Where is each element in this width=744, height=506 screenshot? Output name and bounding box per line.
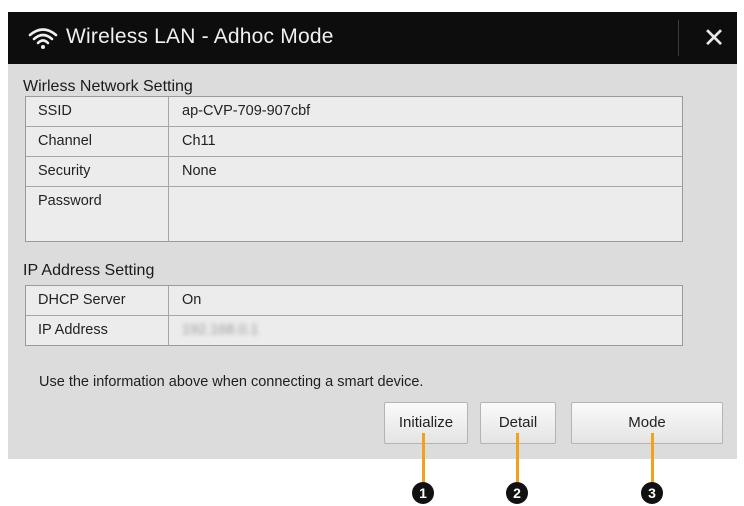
ip-address-label: IP Address (26, 316, 169, 345)
close-icon[interactable]: ✕ (694, 18, 734, 58)
channel-label: Channel (26, 127, 169, 156)
dhcp-server-label: DHCP Server (26, 286, 169, 315)
title-divider (678, 20, 679, 56)
table-row-channel: Channel Ch11 (26, 127, 682, 157)
channel-value: Ch11 (182, 133, 216, 149)
ssid-value: ap-CVP-709-907cbf (182, 103, 311, 119)
security-value: None (182, 163, 217, 179)
table-row-ssid: SSID ap-CVP-709-907cbf (26, 97, 682, 127)
dhcp-server-value: On (182, 292, 202, 308)
security-label: Security (26, 157, 169, 186)
password-label: Password (26, 187, 169, 241)
ip-address-table: DHCP Server On IP Address 192.168.0.1 (25, 285, 683, 346)
password-value (169, 187, 682, 241)
initialize-button[interactable]: Initialize (384, 402, 468, 444)
callout-number-3: 3 (641, 482, 663, 504)
wireless-network-section-title: Wirless Network Setting (23, 78, 193, 95)
wireless-network-table: SSID ap-CVP-709-907cbf Channel Ch11 Secu… (25, 96, 683, 242)
callout-line-3 (651, 433, 654, 483)
info-text: Use the information above when connectin… (39, 374, 424, 390)
table-row-security: Security None (26, 157, 682, 187)
callout-number-1: 1 (412, 482, 434, 504)
wireless-lan-dialog: Wireless LAN - Adhoc Mode ✕ Wirless Netw… (8, 12, 737, 459)
callout-number-2: 2 (506, 482, 528, 504)
wifi-icon (28, 28, 58, 49)
table-row-ip-address: IP Address 192.168.0.1 (26, 316, 682, 345)
table-row-password: Password (26, 187, 682, 241)
callout-line-2 (516, 433, 519, 483)
ssid-label: SSID (26, 97, 169, 126)
table-row-dhcp: DHCP Server On (26, 286, 682, 316)
mode-button[interactable]: Mode (571, 402, 723, 444)
ip-address-value: 192.168.0.1 (182, 322, 259, 338)
callout-line-1 (422, 433, 425, 483)
dialog-title: Wireless LAN - Adhoc Mode (66, 25, 334, 48)
title-bar: Wireless LAN - Adhoc Mode ✕ (8, 12, 737, 64)
ip-address-section-title: IP Address Setting (23, 262, 155, 279)
